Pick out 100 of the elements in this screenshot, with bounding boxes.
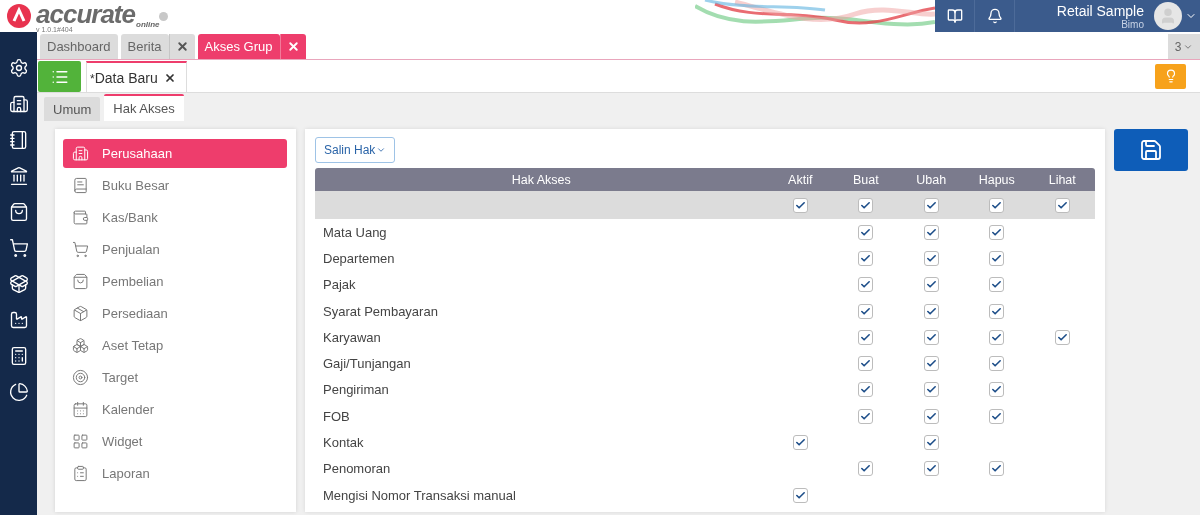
package-icon[interactable] [8, 274, 29, 294]
module-item[interactable]: Persediaan [63, 299, 287, 328]
module-item[interactable]: Target [63, 363, 287, 392]
checkbox[interactable] [989, 382, 1005, 398]
checkbox[interactable] [858, 250, 874, 266]
checkbox[interactable] [858, 277, 874, 293]
save-icon [1139, 138, 1163, 162]
bag-icon[interactable] [8, 202, 29, 222]
check-icon [925, 226, 937, 238]
check-icon [991, 410, 1003, 422]
notebook-icon[interactable] [8, 130, 29, 150]
checkbox[interactable] [989, 461, 1005, 477]
table-cell-text: Karyawan [322, 329, 382, 345]
module-item[interactable]: Laporan [63, 459, 287, 488]
table-cell-text: Gaji/Tunjangan [322, 356, 412, 372]
checkbox[interactable] [858, 303, 874, 319]
checkbox[interactable] [792, 197, 808, 213]
logo-icon [6, 3, 32, 29]
module-item[interactable]: Penjualan [63, 235, 287, 264]
check-icon [860, 331, 872, 343]
factory-icon[interactable] [8, 310, 29, 330]
checkbox[interactable] [858, 224, 874, 240]
settings-icon[interactable] [8, 58, 29, 78]
close-icon [286, 40, 300, 53]
status-dot-icon [158, 12, 168, 21]
check-icon [1056, 199, 1068, 211]
column-header: Hapus [977, 171, 1016, 189]
close-button[interactable] [168, 34, 195, 59]
close-button[interactable] [279, 34, 306, 59]
checkbox[interactable] [923, 461, 939, 477]
tab[interactable]: Akses Grup [197, 34, 280, 59]
logo-text: accurate [36, 2, 135, 26]
tab[interactable]: Berita [120, 34, 169, 59]
check-icon [794, 199, 806, 211]
tab[interactable]: Umum [44, 97, 101, 121]
module-item[interactable]: Buku Besar [63, 171, 287, 200]
logo-subtitle: online [136, 20, 160, 29]
check-icon [925, 331, 937, 343]
checkbox[interactable] [989, 303, 1005, 319]
checkbox[interactable] [989, 250, 1005, 266]
checkbox[interactable] [923, 277, 939, 293]
table-cell-text: Kontak [322, 435, 365, 450]
checkbox[interactable] [923, 435, 939, 450]
save-button[interactable] [1114, 129, 1188, 171]
column-header: Buat [851, 171, 880, 189]
checkbox[interactable] [923, 303, 939, 319]
building-icon [72, 145, 89, 162]
tab[interactable]: Hak Akses [104, 94, 184, 121]
target-icon [72, 369, 89, 386]
checkbox[interactable] [923, 408, 939, 424]
check-icon [925, 437, 937, 448]
pie-chart-icon[interactable] [8, 382, 29, 402]
module-item[interactable]: Pembelian [63, 267, 287, 296]
checkbox[interactable] [858, 356, 874, 372]
checkbox[interactable] [858, 197, 874, 213]
table-cell-text: FOB [322, 408, 351, 424]
avatar-icon[interactable] [1154, 2, 1182, 30]
clipboard-icon [72, 465, 89, 482]
checkbox[interactable] [923, 224, 939, 240]
checkbox[interactable] [923, 197, 939, 213]
checkbox[interactable] [1054, 197, 1070, 213]
module-item[interactable]: Perusahaan [63, 139, 287, 168]
checkbox[interactable] [989, 277, 1005, 293]
check-icon [991, 226, 1003, 238]
close-icon[interactable] [163, 71, 176, 84]
checkbox[interactable] [858, 382, 874, 398]
checkbox[interactable] [792, 487, 808, 503]
tab[interactable]: Dashboard [40, 34, 118, 59]
checkbox[interactable] [989, 329, 1005, 345]
check-icon [925, 410, 937, 422]
checkbox[interactable] [989, 408, 1005, 424]
cart-icon[interactable] [8, 238, 29, 258]
building-icon[interactable] [8, 94, 29, 114]
checkbox[interactable] [989, 224, 1005, 240]
checkbox[interactable] [989, 197, 1005, 213]
check-icon [860, 252, 872, 264]
module-item[interactable]: Kas/Bank [63, 203, 287, 232]
checkbox[interactable] [1054, 329, 1070, 345]
module-item[interactable]: Widget [63, 427, 287, 456]
module-item[interactable]: Kalender [63, 395, 287, 424]
checkbox[interactable] [923, 382, 939, 398]
checkbox[interactable] [792, 435, 808, 450]
module-label: Penjualan [102, 242, 160, 257]
checkbox[interactable] [989, 356, 1005, 372]
module-label: Target [102, 370, 139, 385]
document-tab[interactable]: *Data Baru [86, 61, 187, 92]
checkbox[interactable] [858, 461, 874, 477]
bank-icon[interactable] [8, 166, 29, 186]
module-item[interactable]: Aset Tetap [63, 331, 287, 360]
checkbox[interactable] [858, 329, 874, 345]
module-label: Perusahaan [102, 146, 173, 161]
boxes-icon [72, 337, 89, 354]
table-cell-text: Departemen [322, 250, 396, 266]
tab-count-button[interactable]: 3 [1168, 34, 1200, 59]
checkbox[interactable] [923, 250, 939, 266]
checkbox[interactable] [858, 408, 874, 424]
checkbox[interactable] [923, 329, 939, 345]
checkbox[interactable] [923, 356, 939, 372]
caret-icon [376, 145, 387, 155]
copy-rights-button[interactable]: Salin Hak [315, 137, 396, 163]
